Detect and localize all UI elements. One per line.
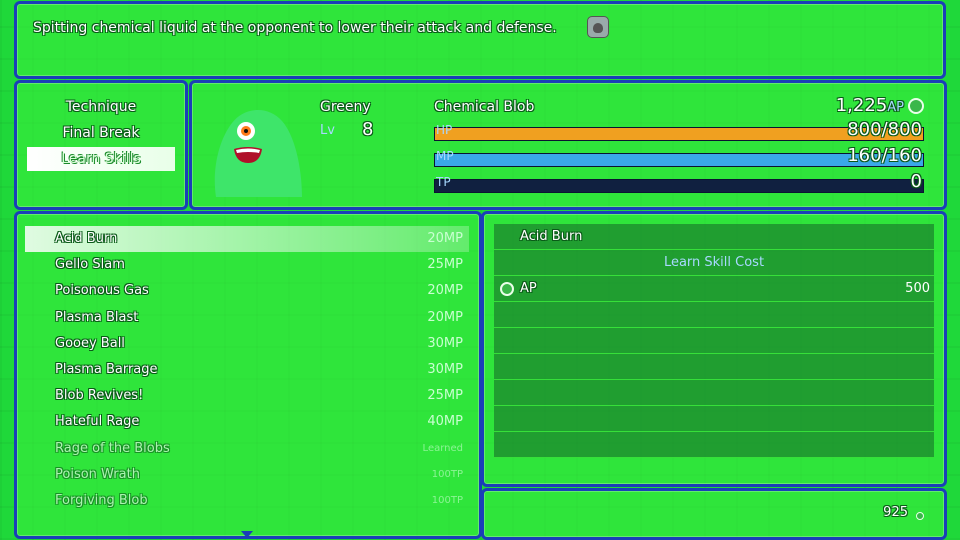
- cost-row-empty: [494, 380, 934, 406]
- ap-display: 1,225AP: [836, 95, 924, 116]
- skill-row[interactable]: Hateful Rage 40MP: [25, 409, 469, 435]
- cost-row-empty: [494, 302, 934, 328]
- skill-row[interactable]: Plasma Barrage 30MP: [25, 357, 469, 383]
- skill-cost: 20MP: [427, 283, 463, 299]
- hp-value: 800/800: [847, 119, 922, 140]
- skill-cost: Learned: [422, 442, 463, 454]
- skill-cost: 30MP: [427, 335, 463, 351]
- actor-class: Chemical Blob: [434, 99, 535, 115]
- mp-label: MP: [436, 149, 454, 163]
- hp-gauge: HP 800/800: [434, 119, 924, 141]
- tp-value: 0: [910, 171, 922, 192]
- skill-row[interactable]: Rage of the Blobs Learned: [25, 436, 469, 462]
- tp-label: TP: [436, 175, 451, 189]
- skill-name: Plasma Blast: [55, 309, 139, 325]
- skill-row[interactable]: Gooey Ball 30MP: [25, 331, 469, 357]
- skill-cost-window: Acid Burn Learn Skill Cost AP 500: [481, 211, 947, 487]
- mp-gauge: MP 160/160: [434, 145, 924, 167]
- command-window: Technique Final Break Learn Skills: [14, 80, 188, 210]
- skill-name: Rage of the Blobs: [55, 440, 170, 456]
- command-label: Learn Skills: [61, 151, 141, 167]
- skill-cost: 25MP: [427, 257, 463, 273]
- actor-status-window: Greeny Lv 8 Chemical Blob 1,225AP HP 800…: [189, 80, 947, 210]
- help-window: Spitting chemical liquid at the opponent…: [14, 1, 946, 79]
- ap-coin-icon: [500, 282, 514, 296]
- command-label: Final Break: [62, 125, 140, 141]
- command-label: Technique: [65, 99, 137, 115]
- cost-row-empty: [494, 354, 934, 380]
- cost-row-ap: AP 500: [494, 276, 934, 302]
- skill-name: Poison Wrath: [55, 466, 140, 482]
- cost-row-empty: [494, 328, 934, 354]
- ap-unit: AP: [887, 100, 904, 115]
- skill-name: Hateful Rage: [55, 414, 140, 430]
- scroll-down-icon[interactable]: [241, 531, 253, 538]
- skill-row[interactable]: Forgiving Blob 100TP: [25, 488, 469, 514]
- skill-cost: 100TP: [431, 495, 463, 506]
- command-final-break[interactable]: Final Break: [27, 121, 175, 145]
- skill-row[interactable]: Poison Wrath 100TP: [25, 462, 469, 488]
- skill-cost: 30MP: [427, 362, 463, 377]
- mp-value: 160/160: [847, 145, 922, 166]
- cost-label: AP: [520, 281, 537, 296]
- actor-name: Greeny: [320, 99, 371, 115]
- gold-value: 925: [883, 505, 908, 520]
- skill-description: Spitting chemical liquid at the opponent…: [33, 20, 557, 36]
- cost-value: 500: [905, 281, 930, 296]
- bag-icon: [587, 16, 609, 38]
- tp-gauge: TP 0: [434, 171, 924, 193]
- level-label: Lv: [320, 123, 335, 138]
- skill-name: Gooey Ball: [55, 335, 125, 351]
- skill-name: Gello Slam: [55, 257, 125, 273]
- skill-name: Acid Burn: [55, 231, 118, 246]
- gold-coin-icon: [916, 512, 924, 520]
- skill-cost: 20MP: [427, 231, 463, 246]
- command-technique[interactable]: Technique: [27, 95, 175, 119]
- skill-name: Poisonous Gas: [55, 283, 149, 299]
- skill-cost: 100TP: [431, 468, 463, 480]
- skill-list-window: Acid Burn 20MP Gello Slam 25MP Poisonous Gas…: [14, 211, 482, 539]
- skill-row[interactable]: Plasma Blast 20MP: [25, 305, 469, 331]
- ap-coin-icon: [908, 98, 924, 114]
- skill-cost: 25MP: [427, 388, 463, 404]
- hp-label: HP: [436, 123, 453, 137]
- cost-table: Acid Burn Learn Skill Cost AP 500: [494, 224, 934, 458]
- ap-value: 1,225: [835, 95, 888, 116]
- skill-name: Forgiving Blob: [55, 493, 148, 508]
- skill-row[interactable]: Acid Burn 20MP: [25, 226, 469, 252]
- cost-skill-name: Acid Burn: [494, 224, 934, 250]
- gold-window: 925: [481, 488, 947, 540]
- cost-row-empty: [494, 406, 934, 432]
- command-learn-skills[interactable]: Learn Skills: [27, 147, 175, 171]
- skill-row[interactable]: Blob Revives! 25MP: [25, 383, 469, 409]
- cost-row-empty: [494, 432, 934, 458]
- level-value: 8: [362, 119, 374, 140]
- skill-row[interactable]: Gello Slam 25MP: [25, 252, 469, 278]
- skill-cost: 40MP: [427, 414, 463, 430]
- skill-row[interactable]: Poisonous Gas 20MP: [25, 278, 469, 304]
- skill-cost: 20MP: [427, 309, 463, 325]
- cost-header: Learn Skill Cost: [494, 250, 934, 276]
- blob-portrait: [214, 109, 302, 197]
- skill-name: Blob Revives!: [55, 388, 144, 404]
- skill-name: Plasma Barrage: [55, 362, 158, 377]
